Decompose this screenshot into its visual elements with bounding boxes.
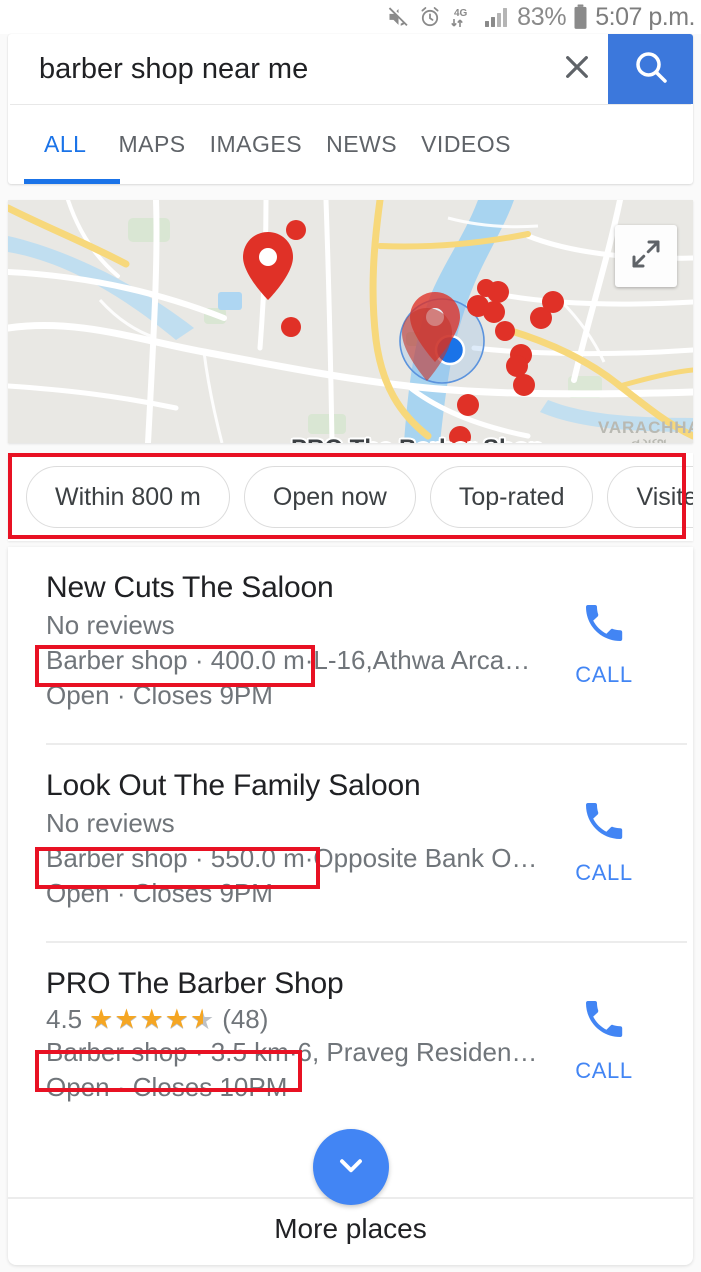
place-result-item[interactable]: Look Out The Family Saloon No reviews Ba… [8,745,693,941]
4g-data-icon: 4G [449,5,476,29]
expand-fullscreen-icon [628,236,664,277]
clock-label: 5:07 p.m. [595,2,695,31]
tab-maps[interactable]: MAPS [106,105,197,184]
battery-icon [573,4,588,30]
search-card: ALL MAPS IMAGES NEWS VIDEOS [8,34,693,184]
place-category: Barber shop [46,645,188,676]
place-address: 6, Praveg Residen… [297,1037,538,1068]
call-button[interactable]: CALL [561,599,647,688]
hours-separator: · [116,1072,126,1103]
volume-muted-icon [386,5,411,29]
phone-icon [580,797,628,850]
place-open-status: Open [46,878,110,909]
search-row [8,34,693,104]
place-open-status: Open [46,680,110,711]
map-preview[interactable]: PRO The Barber Shop New Cuts The Saloon … [8,200,693,443]
place-category-distance: Barber shop · 3.5 km [46,1035,289,1070]
place-open-status: Open [46,1072,110,1103]
call-label: CALL [575,860,633,885]
meta-separator-2: · [288,1037,298,1068]
place-result-item[interactable]: PRO The Barber Shop 4.5 ★★★★★ ★★★★★ (48)… [8,943,693,1139]
filter-chip-open-now[interactable]: Open now [243,466,416,528]
active-tab-underline [24,179,120,184]
filter-chip-within-800m[interactable]: Within 800 m [26,466,230,528]
more-places-section: More places [8,1129,693,1265]
place-address: L-16,Athwa Arca… [313,645,531,676]
clear-search-button[interactable] [557,49,597,89]
place-distance: 3.5 km [210,1037,289,1068]
place-address: Opposite Bank O… [313,843,538,874]
phone-icon [580,995,628,1048]
meta-separator-2: · [304,645,314,676]
meta-separator: · [194,843,204,874]
chevron-down-icon [333,1147,369,1188]
alarm-icon [418,5,442,29]
place-closing-time: Closes 9PM [132,878,273,909]
place-rating-value: 4.5 [46,1004,83,1035]
place-category-distance: Barber shop · 550.0 m [46,841,305,876]
status-bar: 4G 83% 5:07 p.m. [0,0,701,34]
filter-chip-visited[interactable]: Visited [607,466,693,528]
place-category: Barber shop [46,843,188,874]
place-category-distance: Barber shop · 400.0 m [46,643,305,678]
place-result-item[interactable]: New Cuts The Saloon No reviews Barber sh… [8,547,693,743]
tab-all[interactable]: ALL [24,105,106,184]
hours-separator: · [116,680,126,711]
place-distance: 550.0 m [210,843,305,874]
more-places-label: More places [274,1213,427,1244]
phone-icon [580,599,628,652]
hours-separator: · [116,878,126,909]
call-button[interactable]: CALL [561,995,647,1084]
map-canvas [8,200,693,443]
star-rating-icon: ★★★★★ ★★★★★ [89,1005,216,1036]
search-submit-button[interactable] [608,34,693,104]
call-label: CALL [575,1058,633,1083]
filter-chip-top-rated[interactable]: Top-rated [429,466,594,528]
place-closing-time: Closes 9PM [132,680,273,711]
meta-separator: · [194,1037,204,1068]
phone-screen: 4G 83% 5:07 p.m. barber shop near me ALL… [0,0,701,1272]
call-button[interactable]: CALL [561,797,647,886]
tab-news[interactable]: NEWS [314,105,409,184]
svg-text:4G: 4G [454,8,468,19]
place-category: Barber shop [46,1037,188,1068]
call-label: CALL [575,662,633,687]
close-icon [561,51,593,88]
search-input[interactable] [8,35,518,103]
places-results-list: New Cuts The Saloon No reviews Barber sh… [8,547,693,1265]
place-rating-count: (48) [222,1004,269,1035]
map-expand-button[interactable] [615,225,677,287]
filter-chips-row: Within 800 m Open now Top-rated Visited [8,453,693,541]
tab-videos[interactable]: VIDEOS [409,105,523,184]
battery-percent-label: 83% [517,2,567,31]
more-places-button[interactable] [312,1129,389,1205]
signal-bars-icon [483,5,510,29]
meta-separator-2: · [304,843,314,874]
search-tabs: ALL MAPS IMAGES NEWS VIDEOS [8,105,693,184]
place-distance: 400.0 m [210,645,305,676]
search-icon [631,47,671,92]
tab-images[interactable]: IMAGES [198,105,314,184]
place-closing-time: Closes 10PM [132,1072,288,1103]
meta-separator: · [194,645,204,676]
